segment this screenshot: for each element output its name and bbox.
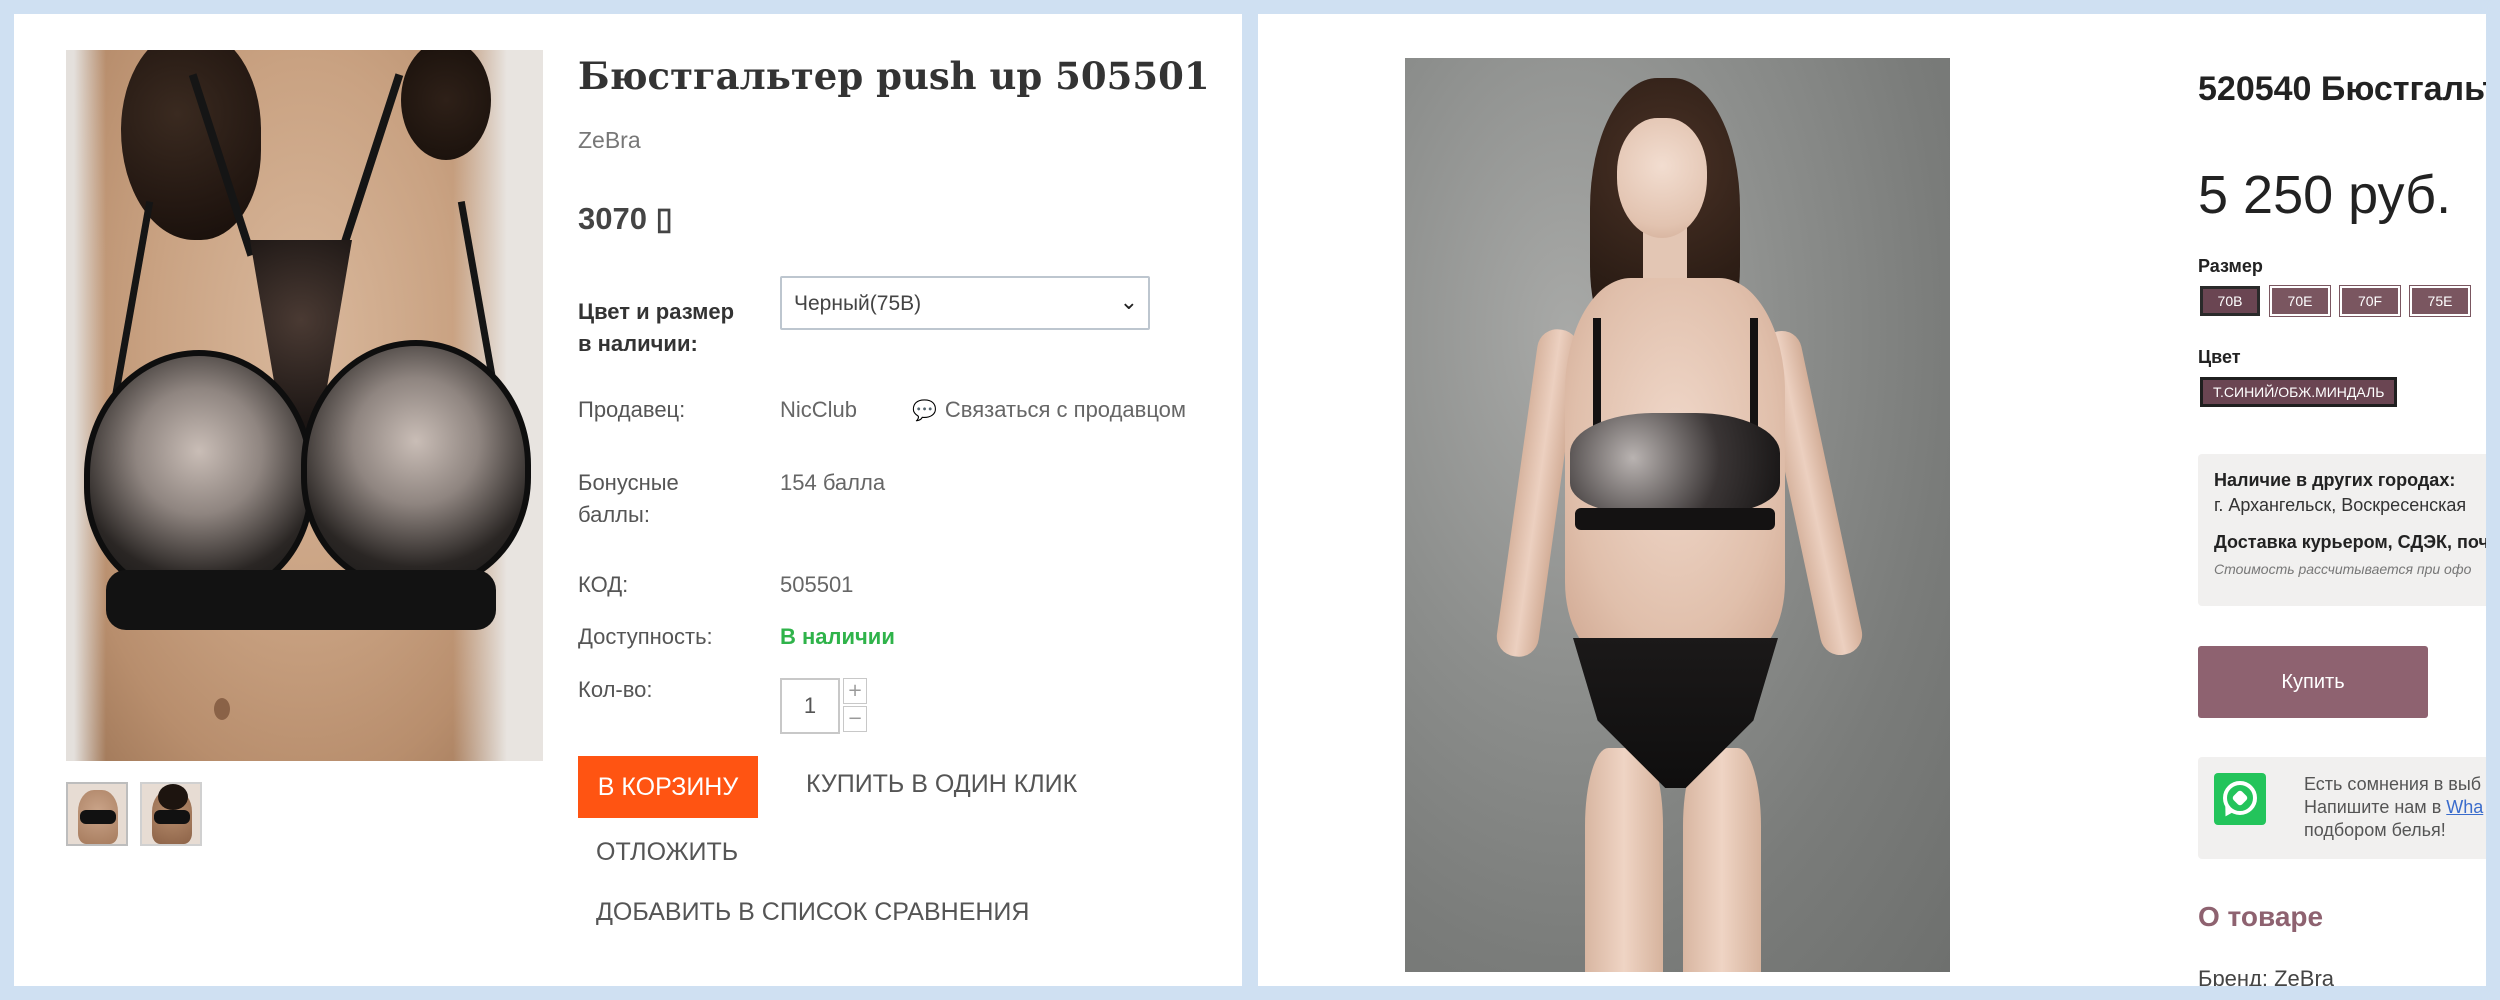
right-product-card: 520540 Бюстгальт 5 250 руб. Размер 70B 7… <box>1258 14 2486 986</box>
add-to-compare-button[interactable]: ДОБАВИТЬ В СПИСОК СРАВНЕНИЯ <box>596 898 1029 927</box>
product-thumbnails <box>66 782 202 846</box>
quantity-input[interactable]: 1 <box>780 678 840 734</box>
whatsapp-link[interactable]: Wha <box>2446 797 2483 817</box>
size-option-70b[interactable]: 70B <box>2200 286 2260 316</box>
size-option-75e[interactable]: 75E <box>2409 285 2471 317</box>
size-option-70e[interactable]: 70E <box>2269 285 2331 317</box>
model-photo[interactable] <box>1405 58 1950 972</box>
bonus-value: 154 балла <box>780 470 886 495</box>
color-size-label: Цвет и размер в наличии: <box>578 299 735 356</box>
quantity-increase-button[interactable]: + <box>843 678 867 704</box>
stock-text: г. Архангельск, Воскресенская <box>2214 495 2467 515</box>
product-brand[interactable]: ZeBra <box>578 127 641 154</box>
contact-seller-link[interactable]: 💬 Связаться с продавцом <box>912 397 1186 423</box>
product-price: 5 250 руб. <box>2198 165 2452 225</box>
product-price: 3070 ▯ <box>578 201 673 236</box>
size-label: Размер <box>2198 256 2263 276</box>
about-heading: О товаре <box>2198 901 2324 932</box>
quantity-decrease-button[interactable]: − <box>843 706 867 732</box>
color-option[interactable]: Т.СИНИЙ/ОБЖ.МИНДАЛЬ <box>2200 377 2398 407</box>
chevron-down-icon: ⌄ <box>1119 290 1138 315</box>
seller-value[interactable]: NicClub <box>780 394 857 426</box>
delivery-note: Стоимость рассчитывается при офо <box>2214 561 2472 577</box>
stock-heading: Наличие в других городах: <box>2214 470 2456 490</box>
seller-label: Продавец: <box>578 397 686 422</box>
thumbnail-front[interactable] <box>66 782 128 846</box>
size-option-70f[interactable]: 70F <box>2339 285 2401 317</box>
code-value: 505501 <box>780 572 854 597</box>
brand-line: Бренд: ZeBra <box>2198 966 2335 986</box>
quantity-label: Кол-во: <box>578 677 653 702</box>
code-label: КОД: <box>578 572 629 597</box>
left-product-card: Бюстгальтер push up 505501 ZeBra 3070 ▯ … <box>14 14 1242 986</box>
availability-status: В наличии <box>780 624 895 649</box>
buy-button[interactable]: Купить <box>2198 646 2428 718</box>
whatsapp-text: Есть сомнения в выб Напишите нам в Wha п… <box>2304 774 2484 840</box>
buy-one-click-button[interactable]: КУПИТЬ В ОДИН КЛИК <box>806 770 1077 799</box>
add-to-cart-button[interactable]: В КОРЗИНУ <box>578 756 758 818</box>
whatsapp-help-box: Есть сомнения в выб Напишите нам в Wha п… <box>2198 757 2486 859</box>
delivery-heading: Доставка курьером, СДЭК, поч <box>2214 532 2486 552</box>
product-main-photo[interactable] <box>66 50 543 761</box>
availability-delivery-box: Наличие в других городах: г. Архангельск… <box>2198 454 2486 606</box>
availability-label: Доступность: <box>578 624 713 649</box>
postpone-button[interactable]: ОТЛОЖИТЬ <box>596 838 738 867</box>
product-title: 520540 Бюстгальт <box>2198 70 2486 108</box>
whatsapp-icon[interactable] <box>2214 773 2266 825</box>
color-label: Цвет <box>2198 347 2241 367</box>
bonus-label: Бонусные баллы: <box>578 470 679 527</box>
thumbnail-back[interactable] <box>140 782 202 846</box>
chat-icon: 💬 <box>912 398 937 422</box>
color-size-select[interactable]: Черный(75В) ⌄ <box>780 276 1150 330</box>
product-title: Бюстгальтер push up 505501 <box>578 54 1210 98</box>
